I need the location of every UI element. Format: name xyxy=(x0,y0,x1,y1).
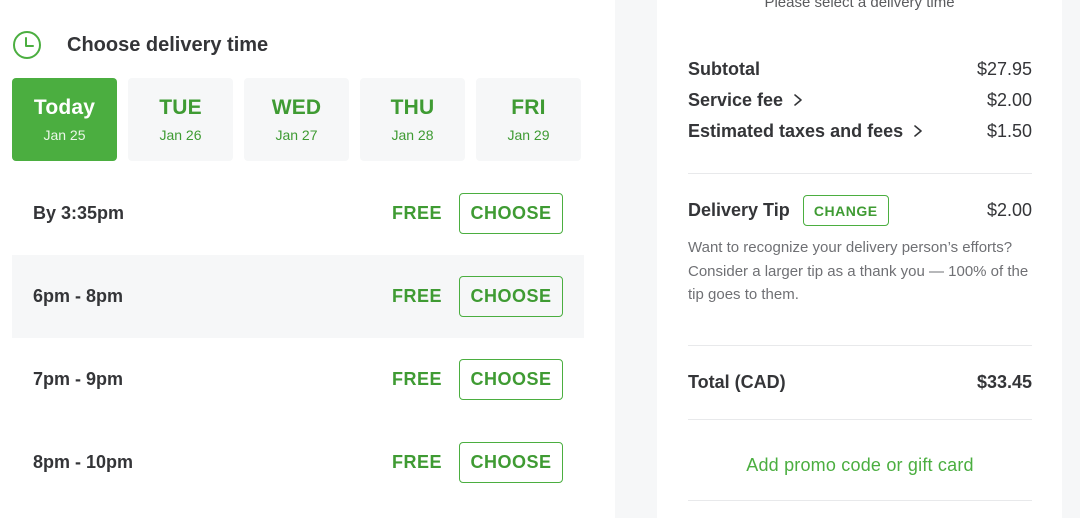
day-date: Jan 28 xyxy=(391,127,434,143)
slot-time: 8pm - 10pm xyxy=(33,452,134,472)
slot-time: By 3:35pm xyxy=(33,203,125,223)
choose-slot-button[interactable]: CHOOSE xyxy=(459,193,563,234)
day-tab-wed[interactable]: WED Jan 27 xyxy=(244,78,349,161)
taxes-label-group: Estimated taxes and fees xyxy=(688,121,924,142)
day-date: Jan 26 xyxy=(159,127,202,143)
day-tab-thu[interactable]: THU Jan 28 xyxy=(360,78,465,161)
day-name: FRI xyxy=(511,96,546,119)
subtotal-label: Subtotal xyxy=(688,58,760,79)
service-fee-value: $2.00 xyxy=(986,89,1032,110)
slot-price: FREE xyxy=(392,286,443,306)
day-date: Jan 29 xyxy=(507,127,550,143)
time-slot-row: 8pm - 10pm FREE CHOOSE xyxy=(12,421,584,504)
choose-slot-button[interactable]: CHOOSE xyxy=(459,359,563,400)
time-slot-row: 6pm - 8pm FREE CHOOSE xyxy=(12,255,584,338)
order-summary: Subtotal $27.95 Service fee $2.00 Estima… xyxy=(688,0,1032,518)
delivery-header: Choose delivery time xyxy=(12,28,268,62)
change-tip-button[interactable]: CHANGE xyxy=(802,195,889,226)
panel-gutter xyxy=(615,0,657,518)
day-name: THU xyxy=(390,96,435,119)
taxes-row[interactable]: Estimated taxes and fees $1.50 xyxy=(688,119,1032,143)
tip-label: Delivery Tip xyxy=(688,200,790,220)
service-fee-label-group: Service fee xyxy=(688,90,804,111)
delivery-panel: Choose delivery time Today Jan 25 TUE Ja… xyxy=(0,0,615,518)
day-date: Jan 25 xyxy=(43,127,86,143)
chevron-right-icon[interactable] xyxy=(912,124,924,138)
day-date: Jan 27 xyxy=(275,127,318,143)
total-label: Total (CAD) xyxy=(688,371,786,392)
taxes-value: $1.50 xyxy=(986,120,1032,141)
right-gutter xyxy=(1062,0,1080,518)
slot-price: FREE xyxy=(392,369,443,389)
choose-slot-button[interactable]: CHOOSE xyxy=(459,276,563,317)
delivery-title: Choose delivery time xyxy=(67,33,269,56)
slot-price: FREE xyxy=(392,203,443,223)
time-slot-row: By 3:35pm FREE CHOOSE xyxy=(12,172,584,255)
chevron-right-icon[interactable] xyxy=(792,93,804,107)
tip-label-group: Delivery Tip CHANGE xyxy=(688,195,889,226)
service-fee-row[interactable]: Service fee $2.00 xyxy=(688,88,1032,112)
total-row: Total (CAD) $33.45 xyxy=(688,370,1032,394)
day-selector: Today Jan 25 TUE Jan 26 WED Jan 27 THU J… xyxy=(12,78,581,161)
divider xyxy=(688,173,1032,174)
day-name: WED xyxy=(271,96,322,119)
slot-price: FREE xyxy=(392,452,443,472)
tip-value: $2.00 xyxy=(986,200,1032,220)
day-tab-today[interactable]: Today Jan 25 xyxy=(12,78,117,161)
subtotal-value: $27.95 xyxy=(976,58,1032,79)
divider xyxy=(688,345,1032,346)
day-name: TUE xyxy=(159,96,202,119)
subtotal-row: Subtotal $27.95 xyxy=(688,57,1032,81)
add-promo-link[interactable]: Add promo code or gift card xyxy=(688,455,1032,476)
choose-slot-button[interactable]: CHOOSE xyxy=(459,442,563,483)
delivery-tip-row: Delivery Tip CHANGE $2.00 xyxy=(688,195,1032,226)
slot-time: 7pm - 9pm xyxy=(33,369,124,389)
time-slot-list: By 3:35pm FREE CHOOSE 6pm - 8pm FREE CHO… xyxy=(12,172,584,504)
day-name: Today xyxy=(33,96,96,119)
day-tab-tue[interactable]: TUE Jan 26 xyxy=(128,78,233,161)
total-value: $33.45 xyxy=(976,371,1032,392)
day-tab-fri[interactable]: FRI Jan 29 xyxy=(476,78,581,161)
slot-time: 6pm - 8pm xyxy=(33,286,124,306)
time-slot-row: 7pm - 9pm FREE CHOOSE xyxy=(12,338,584,421)
divider xyxy=(688,500,1032,501)
clock-icon xyxy=(12,30,42,60)
tip-description: Want to recognize your delivery person’s… xyxy=(688,239,1029,303)
taxes-label: Estimated taxes and fees xyxy=(688,120,904,141)
divider xyxy=(688,419,1032,420)
service-fee-label: Service fee xyxy=(688,89,784,110)
